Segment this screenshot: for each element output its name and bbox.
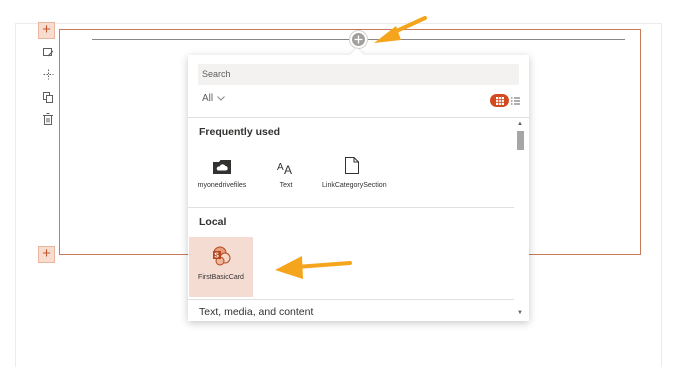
group-label-frequently-used: Frequently used (199, 126, 281, 138)
annotation-arrow-icon (374, 16, 427, 43)
webpart-tile-linkcategorysection[interactable]: LinkCategorySection (320, 144, 387, 204)
list-view-icon[interactable] (511, 97, 520, 105)
search-input[interactable]: Search (198, 64, 519, 85)
duplicate-section-icon[interactable] (40, 89, 56, 105)
add-section-bottom-button[interactable]: + (38, 246, 55, 263)
scroll-down-arrow-icon[interactable]: ▼ (517, 310, 523, 316)
webpart-tile-firstbasiccard[interactable]: S FirstBasicCard (189, 237, 253, 297)
group-label-local: Local (199, 216, 227, 228)
text-icon: A A (277, 162, 292, 174)
webpart-tile-myonedrivefiles[interactable]: myonedrivefiles (190, 144, 254, 204)
group-divider (188, 207, 514, 208)
webpart-list: Frequently used myonedrivefiles A A Text (188, 118, 514, 321)
toolbox-scrollbar[interactable]: ▲ ▼ (516, 120, 525, 318)
webpart-tile-text[interactable]: A A Text (254, 144, 318, 204)
view-toggle (490, 94, 520, 107)
scroll-up-arrow-icon[interactable]: ▲ (517, 121, 523, 127)
annotation-arrow-icon (275, 256, 352, 279)
move-section-icon[interactable] (40, 66, 56, 82)
category-filter-dropdown[interactable]: All (202, 93, 225, 104)
delete-section-icon[interactable] (40, 111, 56, 127)
scrollbar-thumb[interactable] (517, 131, 524, 150)
svg-text:S: S (214, 253, 219, 260)
grid-icon (495, 96, 504, 105)
group-label-text-media-content: Text, media, and content (199, 306, 314, 318)
webpart-tile-label: myonedrivefiles (197, 182, 247, 189)
webpart-tile-label: Text (279, 182, 293, 189)
category-filter-label: All (202, 93, 214, 104)
svg-text:A: A (284, 163, 292, 174)
webpart-tile-label: FirstBasicCard (198, 274, 244, 281)
webpart-tile-label: LinkCategorySection (322, 182, 387, 189)
add-section-top-button[interactable]: + (38, 22, 55, 39)
plus-icon (354, 35, 363, 44)
document-icon (345, 157, 359, 174)
svg-text:A: A (277, 162, 284, 173)
chevron-down-icon (217, 96, 225, 101)
group-divider (188, 299, 514, 300)
cloud-folder-icon (213, 160, 231, 174)
add-webpart-button[interactable] (350, 31, 367, 48)
webpart-toolbox: Search All Frequently used myonedrivefil… (188, 55, 529, 321)
sharepoint-icon: S (213, 246, 231, 266)
grid-view-button[interactable] (490, 94, 509, 107)
edit-section-icon[interactable] (40, 44, 56, 60)
